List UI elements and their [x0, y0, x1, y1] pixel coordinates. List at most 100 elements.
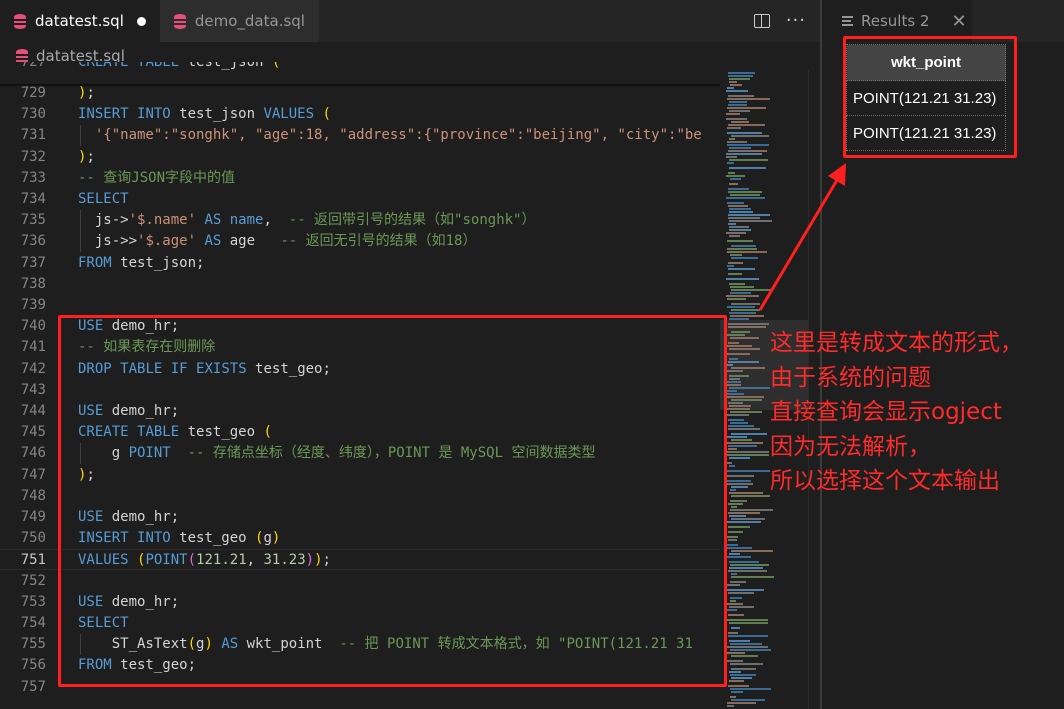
minimap-line [728, 95, 754, 97]
tab-results[interactable]: Results 2 ✕ [822, 0, 972, 42]
code-line[interactable]: 737 FROM test_json; [0, 253, 720, 274]
minimap-line [727, 475, 754, 477]
tab-datatest-sql[interactable]: datatest.sql [0, 0, 160, 42]
code-line[interactable]: 734 SELECT [0, 189, 720, 210]
code-line[interactable]: 745 CREATE TABLE test_geo ( [0, 422, 720, 443]
code-line[interactable]: 754 SELECT [0, 613, 720, 634]
code-line[interactable]: 743 [0, 380, 720, 401]
unsaved-dot-icon[interactable] [136, 16, 146, 26]
line-number: 745 [20, 424, 46, 441]
code-line[interactable]: 732); [0, 147, 720, 168]
code-token: ST_AsText [78, 636, 188, 653]
code-line[interactable]: 747); [0, 465, 720, 486]
close-icon[interactable]: ✕ [951, 11, 966, 32]
minimap-line [728, 592, 754, 594]
code-text: INSERT INTO test_json VALUES ( [78, 104, 331, 125]
minimap-line [731, 627, 740, 629]
line-number: 747 [20, 466, 46, 483]
code-token: ( [271, 62, 281, 70]
code-line[interactable]: 751 VALUES (POINT(121.21, 31.23)); [0, 549, 720, 571]
minimap-line [727, 144, 769, 146]
split-editor-icon[interactable] [753, 14, 770, 28]
minimap-line [726, 652, 745, 654]
editor-actions: ··· [753, 0, 806, 42]
minimap-line [728, 419, 744, 421]
minimap-line [731, 309, 760, 311]
line-number: 739 [20, 297, 46, 313]
code-line[interactable]: 746 g POINT -- 存储点坐标（经度、纬度），POINT 是 MySQ… [0, 443, 720, 465]
minimap-line [729, 229, 751, 231]
code-token: demo_hr; [103, 403, 180, 419]
minimap-line [729, 147, 751, 149]
minimap-line [729, 138, 735, 140]
code-line[interactable]: 748 [0, 486, 720, 507]
code-line[interactable]: 752 [0, 571, 720, 592]
minimap-line [730, 674, 756, 676]
code-line[interactable]: 731 '{"name":"songhk", "age":18, "addres… [0, 125, 720, 147]
column-header-wkt-point[interactable]: wkt_point [846, 44, 1006, 81]
minimap-line [728, 214, 770, 216]
code-editor[interactable]: 727 CREATE TABLE test_json (729); 730 INSER… [0, 62, 720, 709]
code-line[interactable]: 757 [0, 677, 720, 698]
code-token: CREATE [78, 62, 129, 70]
table-cell[interactable]: POINT(121.21 31.23) [846, 80, 1006, 116]
code-text: -- 如果表存在则删除 [78, 337, 215, 358]
minimap-line [730, 422, 748, 424]
code-line[interactable]: 738 [0, 274, 720, 295]
code-line[interactable]: 727 CREATE TABLE test_json ( [0, 62, 720, 73]
minimap-line [728, 72, 755, 74]
code-token: ( [322, 106, 331, 123]
code-line[interactable]: 742 DROP TABLE IF EXISTS test_geo; [0, 359, 720, 380]
code-line[interactable]: 749 USE demo_hr; [0, 507, 720, 528]
code-line[interactable]: 744 USE demo_hr; [0, 401, 720, 422]
more-actions-icon[interactable]: ··· [786, 12, 806, 30]
code-line[interactable]: 730 INSERT INTO test_json VALUES ( [0, 104, 720, 125]
line-number: 731 [20, 127, 46, 144]
code-line[interactable]: 756 FROM test_geo; [0, 655, 720, 676]
minimap-line [731, 506, 737, 508]
code-line[interactable]: 753 USE demo_hr; [0, 592, 720, 613]
code-token: ( [263, 424, 272, 441]
code-token: -- 返回带引号的结果（如"songhk"） [288, 212, 536, 229]
table-row[interactable]: POINT(121.21 31.23) [846, 80, 1006, 116]
code-line[interactable]: 740 USE demo_hr; [0, 316, 720, 337]
minimap-line [728, 217, 760, 219]
code-token: '{"name":"songhk", "age":18, "address":{… [78, 127, 702, 144]
tab-demo-data-sql[interactable]: demo_data.sql [159, 0, 320, 42]
code-line[interactable]: 733 -- 查询JSON字段中的值 [0, 168, 720, 189]
code-line[interactable]: 750 INSERT INTO test_geo (g) [0, 528, 720, 549]
minimap-line [729, 167, 766, 169]
minimap-line [727, 265, 734, 267]
code-text: ); [78, 465, 95, 486]
minimap-line [726, 544, 738, 546]
code-text: FROM test_geo; [78, 655, 196, 676]
annotation-line: 这里是转成文本的形式， [770, 330, 1023, 356]
code-line[interactable]: 755 ST_AsText(g) AS wkt_point -- 把 POINT… [0, 634, 720, 656]
code-line[interactable]: 741 -- 如果表存在则删除 [0, 337, 720, 358]
code-token: '$.age' [137, 233, 197, 250]
minimap-line [728, 205, 748, 207]
code-line[interactable]: 735 js->'$.name' AS name, -- 返回带引号的结果（如"… [0, 210, 720, 232]
table-cell[interactable]: POINT(121.21 31.23) [846, 115, 1006, 151]
line-number: 746 [20, 445, 46, 462]
minimap-line [726, 153, 762, 155]
code-token: AS [204, 212, 222, 229]
editor-tab-bar: datatest.sql demo_data.sql ··· [0, 0, 820, 42]
code-text: VALUES (POINT(121.21, 31.23)); [78, 550, 331, 571]
minimap-line [727, 556, 751, 558]
minimap-line [730, 178, 741, 180]
minimap-line [727, 646, 768, 648]
minimap-line [729, 561, 759, 563]
code-token: 31.23 [263, 552, 306, 569]
code-line[interactable]: 739 [0, 295, 720, 316]
code-line[interactable]: 736 js->>'$.age' AS age -- 返回无引号的结果（如18） [0, 231, 720, 253]
minimap-line [730, 292, 751, 294]
code-token: 121.21 [196, 552, 247, 569]
table-row[interactable]: POINT(121.21 31.23) [846, 115, 1006, 151]
code-token: POINT [128, 445, 171, 462]
minimap-line [728, 262, 743, 264]
code-token: -- 返回无引号的结果（如18） [280, 233, 477, 250]
